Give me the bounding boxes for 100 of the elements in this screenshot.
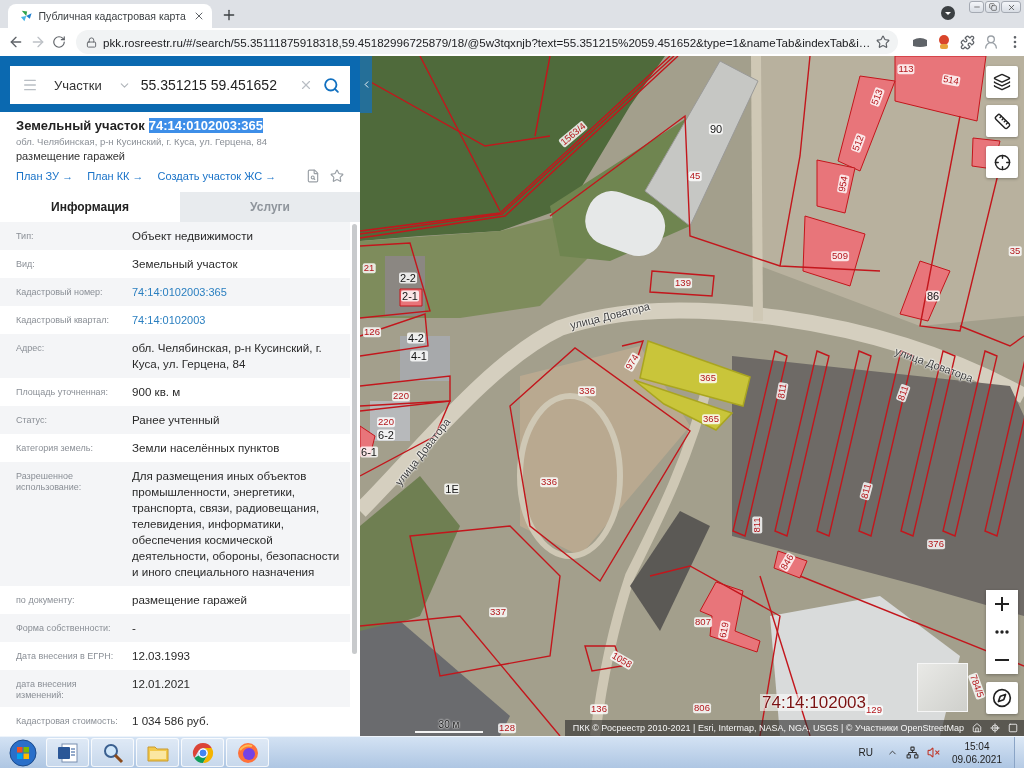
object-address: обл. Челябинская, р-н Кусинский, г. Куса, ул. Герцена, 84 — [16, 136, 269, 147]
network-icon[interactable] — [905, 746, 919, 759]
parcel-number: 21 — [362, 263, 376, 273]
document-search-icon[interactable] — [306, 169, 320, 183]
property-value: - — [132, 620, 137, 636]
close-icon — [1006, 2, 1016, 12]
ruler-button[interactable] — [986, 105, 1018, 137]
taskbar-button[interactable] — [91, 738, 134, 767]
quarter-plan-link[interactable]: План КК → — [87, 170, 144, 182]
property-value: Ранее учтенный — [132, 412, 221, 428]
plus-icon — [995, 597, 1009, 611]
restore-icon — [988, 3, 997, 11]
parcel-number: 807 — [694, 617, 712, 627]
magnifier-icon — [101, 741, 124, 764]
bookmark-star-icon[interactable] — [876, 35, 891, 49]
selected-parcel[interactable] — [639, 340, 751, 407]
property-value: Объект недвижимости — [132, 228, 254, 244]
square-icon[interactable] — [1008, 723, 1018, 733]
property-label: Кадастровый номер: — [16, 286, 104, 299]
restore-button[interactable] — [985, 1, 1000, 13]
property-value: 12.01.2021 — [132, 676, 192, 692]
close-window-button[interactable] — [1001, 1, 1021, 13]
language-indicator[interactable]: RU — [858, 747, 873, 758]
property-link[interactable]: 74:14:0102003:365 — [132, 284, 227, 300]
locate-button[interactable] — [986, 146, 1018, 178]
search-icon — [323, 76, 340, 94]
parcel-number: 365 — [702, 414, 720, 424]
forward-arrow-icon — [30, 34, 46, 50]
map-attribution: ПКК © Росреестр 2010-2021 | Esri, Intermap, NASA, NGA, USGS | © Участники OpenStreetMap — [572, 723, 964, 733]
parcel-number: 139 — [674, 278, 692, 288]
taskbar-button[interactable] — [46, 738, 89, 767]
browser-tab[interactable]: Публичная кадастровая карта — [8, 4, 212, 28]
clock-date: 09.06.2021 — [951, 753, 1002, 765]
minimap-thumbnail[interactable] — [917, 663, 968, 712]
property-label: Категория земель: — [16, 442, 94, 455]
category-dropdown[interactable]: Участки — [54, 77, 131, 93]
parcel-number: 45 — [688, 171, 702, 181]
zoom-in-button[interactable] — [986, 590, 1018, 618]
property-value: Для размещения иных объектов промышленности, энергетики, транспорта, связи, радиовещания, телевидения, информатики, обеспечения космической деятельности, обороны, безопасности и иного специального назначения — [132, 468, 341, 580]
property-value: размещение гаражей — [132, 592, 248, 608]
property-label: Кадастровый квартал: — [16, 314, 111, 327]
cadastral-number: 74:14:0102003:365 — [148, 118, 263, 133]
parcel-number: 365 — [699, 373, 717, 383]
parcel-number: 376 — [927, 539, 945, 549]
building-number: 86 — [925, 290, 941, 302]
plus-icon — [221, 7, 237, 23]
building-number: 1E — [444, 483, 460, 495]
compass-button[interactable] — [986, 682, 1018, 714]
parcel-number: 113 — [897, 64, 915, 74]
parcel-number: 220 — [377, 417, 395, 427]
building-number: 4-2 — [407, 332, 425, 344]
parcel-number: 128 — [498, 723, 516, 733]
layers-button[interactable] — [986, 66, 1018, 98]
reload-icon — [52, 35, 66, 49]
layers-icon — [993, 73, 1011, 91]
clock-time: 15:04 — [964, 740, 990, 752]
search-button[interactable] — [323, 76, 340, 94]
address-bar[interactable]: pkk.rosreestr.ru/#/search/55.35111875918318,59.45182996725879/18/@5w3tqxnjb?text=55.351215%2059.451652&type=1&nameTab&indexTab&i… — [76, 30, 899, 54]
crosshair-icon — [993, 153, 1011, 171]
ruler-icon — [993, 112, 1011, 130]
object-type: Земельный участок — [16, 118, 145, 133]
parcel-number: 136 — [590, 704, 608, 714]
clock[interactable]: 15:04 09.06.2021 — [947, 740, 1006, 765]
building-number: 4-1 — [410, 350, 428, 362]
building-number: 6-1 — [360, 446, 378, 458]
compass-icon — [992, 688, 1012, 708]
extension-icon[interactable] — [912, 36, 929, 48]
property-label: Форма собственности: — [16, 622, 112, 635]
taskbar-button[interactable] — [181, 738, 224, 767]
star-icon[interactable] — [330, 169, 344, 183]
selected-parcel[interactable] — [633, 379, 734, 431]
property-value: обл. Челябинская, р-н Кусинский, г. Куса, ул. Герцена, 84 — [132, 340, 323, 372]
property-link[interactable]: 74:14:0102003 — [132, 312, 206, 328]
puzzle-icon[interactable] — [960, 34, 976, 50]
zoom-out-button[interactable] — [986, 646, 1018, 674]
parcel-number: 336 — [540, 477, 558, 487]
url-text: pkk.rosreestr.ru/#/search/55.35111875918318,59.45182996725879/18/@5w3tqxnjb?text=55.351215%2059.451652&type=1&nameTab&indexTab&i… — [103, 35, 871, 49]
property-label: Площадь уточненная: — [16, 386, 109, 399]
scrollbar-thumb[interactable] — [352, 224, 357, 654]
property-label: Разрешенное использование: — [16, 470, 83, 494]
object-use: размещение гаражей — [16, 150, 127, 162]
property-label: Кадастровая стоимость: — [16, 715, 119, 728]
building-number: 90 — [708, 123, 724, 135]
locate-icon[interactable] — [990, 723, 1000, 733]
muted-speaker-icon[interactable] — [926, 746, 940, 759]
property-value: Земельный участок — [132, 256, 239, 272]
parcel-number: 509 — [831, 251, 849, 261]
property-value: 12.03.1993 — [132, 648, 192, 664]
dots-icon — [995, 630, 1009, 634]
property-label: Статус: — [16, 414, 48, 427]
property-value: 900 кв. м — [132, 384, 182, 400]
create-plot-link[interactable]: Создать участок ЖС → — [157, 170, 277, 182]
search-field[interactable]: 55.351215 59.451652 — [140, 77, 289, 93]
taskbar-button[interactable] — [226, 738, 269, 767]
property-label: Дата внесения в ЕГРН: — [16, 650, 115, 663]
home-icon[interactable] — [972, 723, 982, 733]
land-plan-link[interactable]: План ЗУ → — [16, 170, 74, 182]
property-value: 1 034 586 руб. — [132, 713, 210, 729]
tab-search-icon[interactable] — [941, 6, 955, 20]
profile-icon[interactable] — [983, 34, 1000, 50]
